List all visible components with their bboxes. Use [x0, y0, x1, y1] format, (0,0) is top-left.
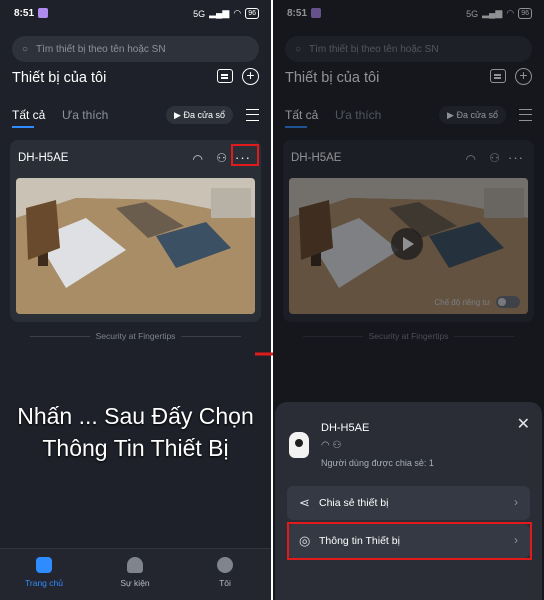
- nav-events-label: Sự kiện: [120, 578, 150, 588]
- tab-favorites[interactable]: Ưa thích: [62, 108, 108, 122]
- tagline: Security at Fingertips: [0, 331, 271, 341]
- share-icon: ⋖: [299, 495, 310, 510]
- page-title: Thiết bị của tôi: [12, 70, 107, 86]
- right-screen: 8:51 5G ▂▄▆ ◠ 96 ○ Tìm thiết bị theo tên…: [273, 0, 544, 600]
- app-notification-icon: [38, 8, 48, 18]
- highlight-box: [287, 522, 532, 560]
- shared-users-text: Người dùng được chia sẻ: 1: [321, 458, 434, 468]
- share-user-icon[interactable]: ⚇: [216, 151, 227, 165]
- tabs: Tất cả Ưa thích ▶ Đa cửa sổ: [12, 106, 259, 128]
- battery-icon: 96: [245, 8, 259, 19]
- wifi-status-icon: ◠: [233, 8, 242, 18]
- header: Thiết bị của tôi +: [12, 68, 259, 88]
- device-name: DH-H5AE: [18, 152, 69, 164]
- device-options-sheet: ✕ DH-H5AE ◠ ⚇ Người dùng được chia sẻ: 1…: [275, 402, 542, 600]
- caption-line-2: Thông Tin Thiết Bị: [42, 435, 229, 461]
- search-input[interactable]: ○ Tìm thiết bị theo tên hoặc SN: [12, 36, 259, 62]
- highlight-box: [231, 144, 259, 166]
- chevron-right-icon: ›: [514, 495, 518, 509]
- status-time: 8:51: [14, 8, 35, 19]
- signal-label: 5G: [193, 8, 206, 19]
- bell-icon: [127, 557, 143, 573]
- menu-icon[interactable]: [246, 109, 259, 121]
- share-device-label: Chia sẻ thiết bị: [319, 497, 389, 509]
- device-card[interactable]: DH-H5AE ◠ ⚇ ···: [10, 140, 261, 322]
- nav-home[interactable]: Trang chủ: [9, 557, 79, 588]
- wifi-icon: ◠: [321, 440, 330, 451]
- home-icon: [36, 557, 52, 573]
- caption-line-1: Nhấn ... Sau Đấy Chọn: [17, 403, 254, 429]
- search-icon: ○: [22, 43, 29, 55]
- left-screen: 8:51 5G ▂▄▆ ◠ 96 ○ Tìm thiết bị theo tên…: [0, 0, 271, 600]
- add-device-icon[interactable]: +: [242, 68, 259, 85]
- room-image: [16, 178, 255, 314]
- status-icons: 5G ▂▄▆ ◠ 96: [193, 8, 259, 19]
- nav-me-label: Tôi: [219, 578, 231, 588]
- sheet-status-icons: ◠ ⚇: [321, 440, 341, 451]
- tab-all[interactable]: Tất cả: [12, 108, 45, 128]
- instruction-caption: Nhấn ... Sau Đấy Chọn Thông Tin Thiết Bị: [0, 400, 271, 464]
- close-icon[interactable]: ✕: [517, 414, 530, 434]
- camera-icon: [289, 432, 309, 458]
- share-device-item[interactable]: ⋖ Chia sẻ thiết bị ›: [287, 486, 530, 520]
- search-placeholder: Tìm thiết bị theo tên hoặc SN: [36, 43, 166, 55]
- sheet-device-name: DH-H5AE: [321, 422, 370, 434]
- camera-preview[interactable]: [16, 178, 255, 314]
- nav-events[interactable]: Sự kiện: [100, 557, 170, 588]
- nav-me[interactable]: Tôi: [190, 557, 260, 588]
- bottom-nav: Trang chủ Sự kiện Tôi: [0, 548, 271, 600]
- share-user-icon: ⚇: [332, 440, 342, 451]
- wifi-icon: ◠: [192, 152, 203, 166]
- profile-icon: [217, 557, 233, 573]
- status-bar: 8:51 5G ▂▄▆ ◠ 96: [0, 0, 271, 26]
- nav-home-label: Trang chủ: [25, 578, 63, 588]
- message-icon[interactable]: [217, 69, 233, 83]
- signal-icon: ▂▄▆: [209, 8, 230, 18]
- multi-window-label: Đa cửa sổ: [183, 110, 225, 120]
- multi-window-button[interactable]: ▶ Đa cửa sổ: [166, 106, 233, 124]
